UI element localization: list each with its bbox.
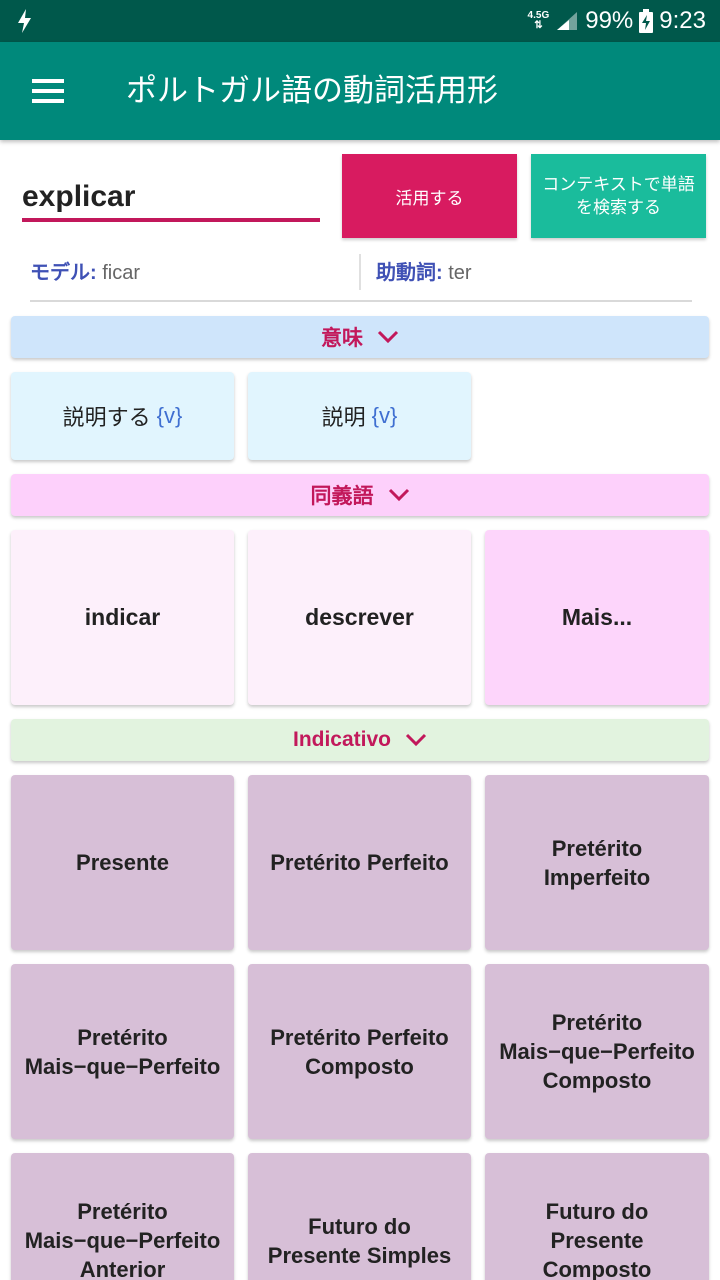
verb-input[interactable] xyxy=(22,176,320,222)
auxiliary-value: ter xyxy=(448,262,472,284)
conjugate-button[interactable]: 活用する xyxy=(342,154,517,238)
model-info: モデル: ficar xyxy=(30,256,140,285)
indicative-section-title: Indicativo xyxy=(292,728,392,751)
meaning-card[interactable]: 説明 {v} xyxy=(248,372,471,460)
model-label: モデル: xyxy=(30,262,97,284)
battery-charging-icon xyxy=(639,9,654,33)
hamburger-menu-icon[interactable] xyxy=(30,76,66,106)
more-synonyms-button[interactable]: Mais... xyxy=(485,530,709,705)
meaning-section-title: 意味 xyxy=(321,327,363,350)
verb-info-row: モデル: ficar 助動詞: ter xyxy=(30,252,692,302)
tense-card[interactable]: Futuro do Presente Simples xyxy=(248,1153,471,1280)
chevron-down-icon xyxy=(388,488,409,502)
divider xyxy=(359,254,361,290)
auxiliary-info: 助動詞: ter xyxy=(376,256,472,285)
status-bar: 4.5G ⇅ 99% 9:23 xyxy=(0,0,720,42)
network-type-icon: 4.5G ⇅ xyxy=(527,10,550,31)
tense-card[interactable]: Futuro do Presente Composto xyxy=(485,1153,709,1280)
tense-card[interactable]: Presente xyxy=(11,775,234,950)
app-bar: ポルトガル語の動詞活用形 xyxy=(0,42,720,140)
part-of-speech-tag: {v} xyxy=(371,403,398,428)
synonym-card[interactable]: indicar xyxy=(11,530,234,705)
app-title: ポルトガル語の動詞活用形 xyxy=(126,73,498,109)
clock: 9:23 xyxy=(659,7,706,34)
model-value[interactable]: ficar xyxy=(102,262,140,284)
tense-card[interactable]: Pretérito Mais−que−Perfeito Composto xyxy=(485,964,709,1139)
signal-icon xyxy=(557,12,578,30)
chevron-down-icon xyxy=(377,330,399,344)
context-search-button[interactable]: コンテキストで単語を検索する xyxy=(531,154,706,238)
chevron-down-icon xyxy=(405,733,427,747)
status-indicators: 4.5G ⇅ 99% 9:23 xyxy=(528,0,706,42)
meaning-section-header[interactable]: 意味 xyxy=(11,316,709,358)
part-of-speech-tag: {v} xyxy=(156,403,183,428)
tense-card[interactable]: Pretérito Imperfeito xyxy=(485,775,709,950)
tense-card[interactable]: Pretérito Mais−que−Perfeito xyxy=(11,964,234,1139)
battery-percent: 99% xyxy=(585,7,634,34)
synonyms-section-title: 同義語 xyxy=(310,485,374,508)
meaning-text: 説明する xyxy=(62,405,151,430)
auxiliary-label: 助動詞: xyxy=(376,262,443,284)
synonym-card[interactable]: descrever xyxy=(248,530,471,705)
indicative-section-header[interactable]: Indicativo xyxy=(11,719,709,761)
meaning-text: 説明 xyxy=(321,405,366,430)
synonyms-section-header[interactable]: 同義語 xyxy=(11,474,709,516)
tense-card[interactable]: Pretérito Mais−que−Perfeito Anterior xyxy=(11,1153,234,1280)
charging-bolt-icon xyxy=(18,9,31,33)
meaning-card[interactable]: 説明する {v} xyxy=(11,372,234,460)
tense-card[interactable]: Pretérito Perfeito xyxy=(248,775,471,950)
tense-card[interactable]: Pretérito Perfeito Composto xyxy=(248,964,471,1139)
